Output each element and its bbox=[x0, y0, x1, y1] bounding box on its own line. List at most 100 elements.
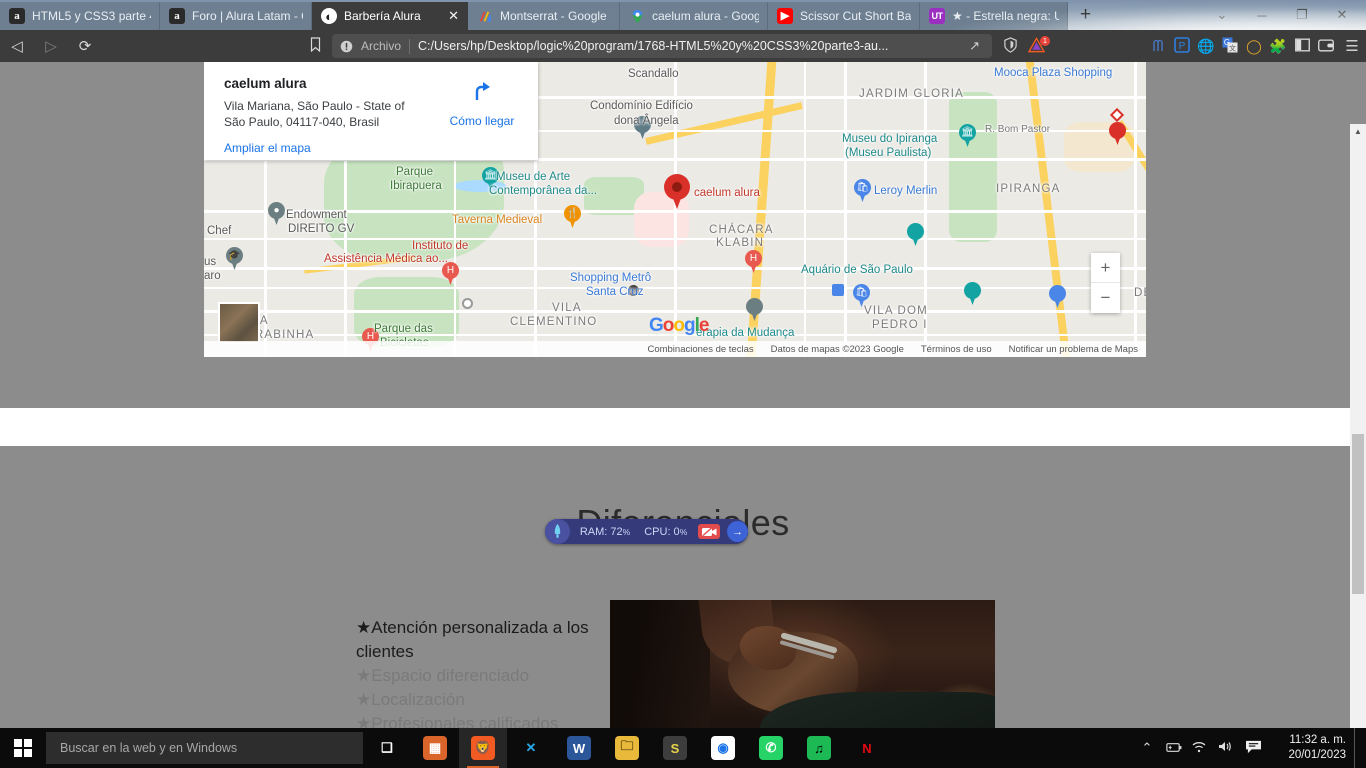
spotify-button[interactable]: ♫ bbox=[795, 728, 843, 768]
map-marker-museu-ipiranga[interactable]: 🏛 bbox=[959, 124, 976, 148]
chrome-button[interactable]: ◉ bbox=[699, 728, 747, 768]
brave-rewards-icon[interactable]: 1 bbox=[1022, 35, 1050, 56]
map-marker-blue[interactable] bbox=[1049, 285, 1066, 309]
close-window-button[interactable]: ✕ bbox=[1322, 7, 1362, 23]
map-marker-gray-small[interactable] bbox=[746, 298, 763, 322]
reload-button[interactable]: ⟳ bbox=[68, 37, 102, 55]
new-tab-button[interactable]: + bbox=[1068, 5, 1101, 26]
scroll-up-arrow[interactable]: ▲ bbox=[1350, 124, 1366, 140]
security-label: Archivo bbox=[361, 39, 402, 53]
zoom-in-button[interactable]: + bbox=[1091, 253, 1120, 283]
keyboard-shortcuts-link[interactable]: Combinaciones de teclas bbox=[647, 344, 753, 355]
file-explorer-icon: 🗀 bbox=[615, 736, 639, 760]
calculator-icon: ▦ bbox=[423, 736, 447, 760]
report-problem-link[interactable]: Notificar un problema de Maps bbox=[1009, 344, 1138, 355]
action-center-icon[interactable] bbox=[1238, 740, 1268, 757]
ram-stat: RAM: 72% bbox=[579, 525, 631, 538]
info-card-address: Vila Mariana, São Paulo - State of São P… bbox=[224, 99, 405, 130]
rocket-icon[interactable] bbox=[545, 519, 570, 544]
wallet-icon[interactable] bbox=[1314, 38, 1338, 55]
tab-scissor-cut-youtube[interactable]: ▶ Scissor Cut Short Back bbox=[768, 2, 920, 30]
tab-label: HTML5 y CSS3 parte 4 bbox=[32, 9, 151, 23]
tab-montserrat-google-fonts[interactable]: Montserrat - Google F bbox=[468, 2, 620, 30]
menu-icon[interactable]: ☰ bbox=[1338, 37, 1366, 55]
directions-button[interactable]: Cómo llegar bbox=[436, 80, 528, 128]
window-controls: ⌄ ─ ❐ ✕ bbox=[1202, 0, 1366, 30]
tab-barberia-alura[interactable]: ◐ Barbería Alura ✕ bbox=[312, 2, 468, 30]
map-park-area bbox=[949, 92, 997, 242]
netflix-button[interactable]: N bbox=[843, 728, 891, 768]
google-map-embed[interactable]: ● 🎓 🏛 🏛 🍴 🛍 🛍 H H H Scandallo Mooca Plaz… bbox=[204, 62, 1146, 357]
performance-overlay-widget[interactable]: RAM: 72% CPU: 0% → bbox=[545, 519, 748, 544]
taskbar-search-box[interactable]: Buscar en la web y en Windows bbox=[46, 732, 363, 764]
volume-icon[interactable] bbox=[1212, 740, 1238, 756]
map-marker-teal[interactable] bbox=[964, 282, 981, 306]
diferenciales-section: Diferenciales ★Atención personalizada a … bbox=[0, 446, 1366, 728]
tab-caelum-alura-google-maps[interactable]: caelum alura - Google bbox=[620, 2, 768, 30]
wifi-icon[interactable] bbox=[1186, 741, 1212, 756]
maximize-button[interactable]: ❐ bbox=[1282, 7, 1322, 23]
vscode-button[interactable]: ✕ bbox=[507, 728, 555, 768]
tab-foro-alura[interactable]: a Foro | Alura Latam - C bbox=[160, 2, 312, 30]
whatsapp-button[interactable]: ✆ bbox=[747, 728, 795, 768]
file-explorer-button[interactable]: 🗀 bbox=[603, 728, 651, 768]
expand-widget-button[interactable]: → bbox=[727, 521, 748, 542]
task-view-button[interactable]: ❑ bbox=[363, 728, 411, 768]
camera-record-icon[interactable] bbox=[698, 524, 721, 539]
street-view-thumbnail[interactable] bbox=[218, 302, 260, 344]
tab-label: caelum alura - Google bbox=[652, 9, 759, 23]
show-desktop-button[interactable] bbox=[1354, 728, 1360, 768]
map-label: Parque das bbox=[374, 323, 433, 335]
map-marker-caelum-alura[interactable] bbox=[664, 174, 690, 210]
share-icon[interactable]: ↗ bbox=[965, 38, 984, 54]
map-label: Museu de Arte bbox=[496, 171, 571, 183]
chrome-icon: ◉ bbox=[711, 736, 735, 760]
expand-map-link[interactable]: Ampliar el mapa bbox=[224, 141, 524, 155]
page-scrollbar[interactable]: ▲ ▼ bbox=[1350, 124, 1366, 728]
zoom-out-button[interactable]: − bbox=[1091, 283, 1120, 313]
battery-icon[interactable] bbox=[1160, 741, 1186, 756]
brave-browser-button[interactable]: 🦁 bbox=[459, 728, 507, 768]
tab-search-list-icon[interactable]: ⌄ bbox=[1202, 7, 1242, 23]
show-hidden-icons-chevron[interactable]: ⌃ bbox=[1134, 740, 1160, 756]
taskbar-clock[interactable]: 11:32 a. m. 20/01/2023 bbox=[1268, 733, 1354, 763]
sidebar-icon[interactable] bbox=[1290, 38, 1314, 55]
map-marker-school[interactable]: 🎓 bbox=[226, 247, 243, 271]
word-button[interactable]: W bbox=[555, 728, 603, 768]
alura-icon: a bbox=[9, 8, 25, 24]
tab-estrella-negra-unicode[interactable]: UT ★ - Estrella negra: U+2 bbox=[920, 2, 1068, 30]
omnibox-divider bbox=[409, 38, 411, 54]
extensions-puzzle-icon[interactable]: 🧩 bbox=[1266, 38, 1290, 55]
map-marker-restaurant[interactable]: 🍴 bbox=[564, 205, 581, 229]
sublime-text-button[interactable]: S bbox=[651, 728, 699, 768]
youtube-icon: ▶ bbox=[777, 8, 793, 24]
map-marker-gray[interactable]: ● bbox=[268, 202, 285, 226]
map-zoom-controls[interactable]: + − bbox=[1091, 253, 1120, 313]
map-marker-leroy-merlin[interactable]: 🛍 bbox=[854, 179, 871, 203]
minimize-button[interactable]: ─ bbox=[1242, 8, 1282, 23]
tab-close-icon[interactable]: ✕ bbox=[442, 8, 459, 24]
map-marker-aquarium[interactable] bbox=[907, 223, 924, 247]
map-label: DE bbox=[1134, 287, 1146, 299]
map-marker-hospital[interactable]: H bbox=[745, 250, 762, 274]
address-bar[interactable]: Archivo C:/Users/hp/Desktop/logic%20prog… bbox=[332, 34, 992, 58]
map-marker-red[interactable] bbox=[1109, 122, 1126, 146]
back-button[interactable]: ◁ bbox=[0, 37, 34, 55]
url-text[interactable]: C:/Users/hp/Desktop/logic%20program/1768… bbox=[418, 39, 957, 53]
site-info-icon[interactable] bbox=[340, 40, 353, 53]
start-button[interactable] bbox=[0, 728, 46, 768]
globe-extension-icon[interactable]: 🌐 bbox=[1194, 38, 1218, 55]
tab-html5-css3[interactable]: a HTML5 y CSS3 parte 4 bbox=[0, 2, 160, 30]
bookmark-icon[interactable] bbox=[302, 37, 328, 55]
malwarebytes-icon[interactable]: ᗰ bbox=[1146, 38, 1170, 55]
google-translate-icon[interactable]: G文 bbox=[1218, 37, 1242, 56]
brave-profile-icon[interactable]: ◯ bbox=[1242, 38, 1266, 55]
brave-shields-icon[interactable] bbox=[998, 36, 1022, 56]
terms-link[interactable]: Términos de uso bbox=[921, 344, 992, 355]
scrollbar-thumb[interactable] bbox=[1352, 434, 1364, 594]
forward-button[interactable]: ▷ bbox=[34, 37, 68, 55]
map-label: aro bbox=[204, 270, 221, 282]
calculator-button[interactable]: ▦ bbox=[411, 728, 459, 768]
password-manager-icon[interactable]: P bbox=[1170, 36, 1194, 56]
map-label: Santa Cruz bbox=[586, 286, 644, 298]
